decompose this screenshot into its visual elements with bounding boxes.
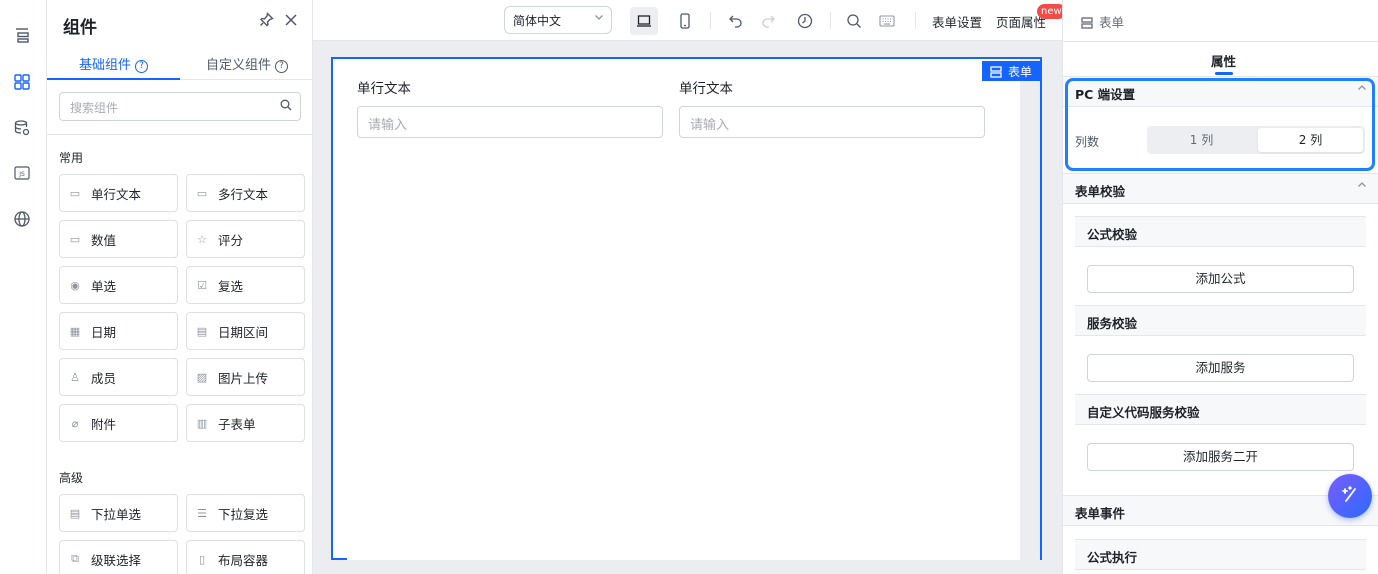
service-validation-header: 服务校验 [1075,305,1366,336]
outline-icon[interactable] [11,24,33,46]
star-icon: ☆ [197,232,207,246]
highlight-box [1065,78,1375,171]
component-date[interactable]: ▦ 日期 [59,312,178,350]
number-icon: ▭ [69,232,81,246]
section-advanced: 高级 [59,471,84,485]
cascader-icon: ⧉ [71,552,79,565]
form-settings-link[interactable]: 表单设置 [932,12,982,31]
keyboard-icon[interactable] [873,7,901,35]
tab-indicator [1215,72,1233,75]
formula-execution-header: 公式执行 [1075,539,1366,570]
component-attachment[interactable]: ⌀ 附件 [59,404,178,442]
layout-container-icon: ▯ [198,552,206,566]
toolbar: 简体中文 表单设置 页面属性 new [313,0,1066,41]
panel-title: 组件 [63,18,97,38]
form-badge[interactable]: 表单 [981,61,1042,81]
help-icon[interactable]: ? [275,60,289,73]
design-canvas: 单行文本 请输入 单行文本 请输入 表单 [313,41,1062,574]
svg-text:JS: JS [18,171,25,178]
history-icon[interactable] [791,7,819,35]
subform-icon: ▥ [196,416,208,430]
ai-assistant-button[interactable] [1328,474,1372,518]
component-subform[interactable]: ▥ 子表单 [186,404,305,442]
components-icon[interactable] [11,71,33,93]
redo-icon[interactable] [755,7,783,35]
field-label: 单行文本 [357,81,411,97]
multi-line-text-icon: ▭ [196,186,208,200]
icon-rail: JS [0,0,47,574]
date-range-icon: ▤ [196,324,208,338]
chevron-up-icon [1357,180,1367,193]
add-formula-button[interactable]: 添加公式 [1087,265,1354,293]
checkbox-icon: ☑ [197,278,207,292]
component-cascader[interactable]: ⧉ 级联选择 [59,540,178,574]
custom-code-validation-header: 自定义代码服务校验 [1075,394,1366,425]
desktop-view-icon[interactable] [630,7,658,35]
form-icon [990,66,1002,81]
undo-icon[interactable] [721,7,749,35]
text-input[interactable]: 请输入 [679,106,985,138]
dropdown-single-icon: ▤ [69,506,81,520]
help-icon[interactable]: ? [135,60,149,73]
component-layout-container[interactable]: ▯ 布局容器 [186,540,305,574]
close-icon[interactable] [284,12,298,31]
section-common: 常用 [59,151,84,165]
calendar-icon: ▦ [69,324,81,338]
attachment-icon: ⌀ [71,416,79,430]
component-dropdown-single[interactable]: ▤ 下拉单选 [59,494,178,532]
language-select[interactable]: 简体中文 [504,6,612,34]
magic-wand-icon [1339,483,1361,509]
component-multi-line-text[interactable]: ▭ 多行文本 [186,174,305,212]
form-icon [1081,17,1093,32]
component-single-line-text[interactable]: ▭ 单行文本 [59,174,178,212]
add-service-button[interactable]: 添加服务 [1087,354,1354,382]
tab-properties[interactable]: 属性 [1211,51,1236,70]
field-label: 单行文本 [679,81,733,97]
breadcrumb: 表单 [1081,12,1124,32]
section-form-validation[interactable]: 表单校验 [1063,173,1378,204]
data-source-icon[interactable] [11,117,33,139]
tab-custom-components[interactable]: 自定义组件? [206,54,289,73]
radio-icon: ◉ [70,278,80,292]
component-panel: 组件 基础组件? 自定义组件? 搜索组件 常用 ▭ 单行文本 ▭ 多行文本 ▭ 数值 … [47,0,313,574]
component-checkbox[interactable]: ☑ 复选 [186,266,305,304]
tab-basic-components[interactable]: 基础组件? [79,54,149,73]
component-tabs: 基础组件? 自定义组件? [47,46,312,80]
component-radio[interactable]: ◉ 单选 [59,266,178,304]
chevron-down-icon [594,12,604,25]
formula-validation-header: 公式校验 [1075,216,1366,247]
dropdown-multi-icon: ☰ [197,506,207,520]
pin-icon[interactable] [259,12,274,31]
component-dropdown-multi[interactable]: ☰ 下拉复选 [186,494,305,532]
single-line-text-icon: ▭ [69,186,81,200]
search-icon[interactable] [840,7,868,35]
component-date-range[interactable]: ▤ 日期区间 [186,312,305,350]
component-number[interactable]: ▭ 数值 [59,220,178,258]
member-icon: ♙ [70,370,80,384]
search-icon [280,99,292,115]
search-input[interactable]: 搜索组件 [59,92,301,121]
form-container[interactable]: 单行文本 请输入 单行文本 请输入 表单 [331,57,1042,560]
mobile-view-icon[interactable] [671,7,699,35]
image-upload-icon: ▨ [196,370,208,384]
globe-icon[interactable] [11,208,33,230]
component-member[interactable]: ♙ 成员 [59,358,178,396]
js-icon[interactable]: JS [11,162,33,184]
text-input[interactable]: 请输入 [357,106,663,138]
tab-indicator [47,78,180,80]
add-service-dev-button[interactable]: 添加服务二开 [1087,443,1354,471]
component-rating[interactable]: ☆ 评分 [186,220,305,258]
component-image-upload[interactable]: ▨ 图片上传 [186,358,305,396]
